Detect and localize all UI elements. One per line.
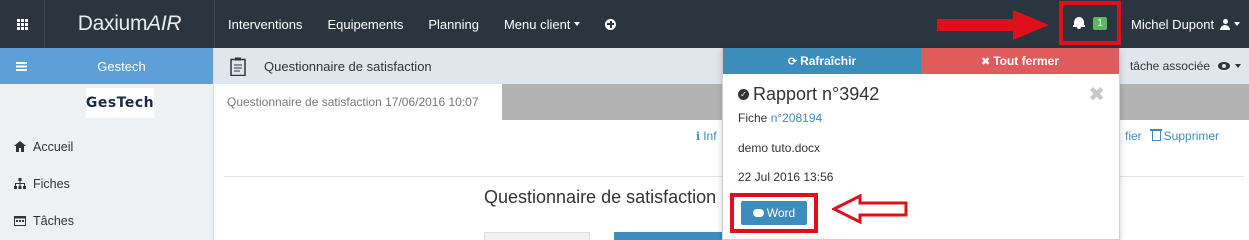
associated-task-menu[interactable]: tâche associée	[1130, 48, 1249, 84]
edit-link[interactable]: fier	[1125, 129, 1142, 143]
notification-dropdown: ⟳ Rafraîchir ✖ Tout fermer ✓ Rapport n°3…	[722, 48, 1120, 240]
grid-icon	[16, 18, 28, 30]
brand-suffix: AIR	[147, 12, 182, 35]
cloud-download-icon	[752, 209, 764, 217]
annotation-outline-arrow-icon	[832, 194, 908, 224]
fiche-line: Fiche n°208194	[738, 111, 822, 125]
sidebar-item-accueil[interactable]: Accueil	[0, 128, 213, 165]
bell-icon	[1073, 17, 1086, 29]
delete-link[interactable]: Supprimer	[1164, 129, 1219, 143]
trash-icon	[1149, 129, 1162, 141]
plus-circle-icon	[605, 18, 617, 30]
sidebar-item-label: Fiches	[33, 176, 70, 191]
refresh-label: Rafraîchir	[800, 54, 857, 68]
calendar-icon	[14, 216, 26, 226]
user-icon	[1220, 18, 1231, 30]
user-menu[interactable]: Michel Dupont	[1131, 0, 1241, 48]
close-all-label: Tout fermer	[993, 54, 1059, 68]
dismiss-icon[interactable]: ✖	[1088, 82, 1105, 106]
close-icon: ✖	[980, 54, 991, 68]
fiche-label: Fiche	[738, 111, 768, 125]
refresh-button[interactable]: ⟳ Rafraîchir	[723, 48, 921, 74]
hamburger-icon[interactable]	[16, 62, 27, 71]
sitemap-icon	[14, 178, 26, 189]
brand-name: Daxium	[77, 12, 148, 35]
sidebar: Gestech GesTech Accueil Fiches Tâches	[0, 48, 214, 240]
nav-interventions[interactable]: Interventions	[228, 17, 302, 32]
brand-logo[interactable]: Daxium AIR	[45, 0, 215, 48]
sidebar-item-taches[interactable]: Tâches	[0, 202, 213, 239]
sidebar-item-label: Accueil	[33, 139, 74, 154]
associated-task-label: tâche associée	[1129, 59, 1210, 73]
dropdown-actions: ⟳ Rafraîchir ✖ Tout fermer	[723, 48, 1119, 74]
nav-menu-client[interactable]: Menu client	[503, 16, 581, 32]
report-title: Rapport n°3942	[753, 84, 880, 104]
close-all-button[interactable]: ✖ Tout fermer	[921, 48, 1119, 74]
top-navbar: Daxium AIR Interventions Equipements Pla…	[0, 0, 1249, 48]
company-logo-text: GesTech	[85, 95, 155, 111]
nav-equipements[interactable]: Equipements	[327, 17, 403, 32]
sidebar-item-label: Tâches	[33, 213, 74, 228]
sidebar-header: Gestech	[0, 48, 213, 84]
report-date: 22 Jul 2016 13:56	[738, 170, 834, 184]
nav-planning[interactable]: Planning	[428, 17, 479, 32]
page-title: Questionnaire de satisfaction	[264, 58, 432, 74]
clipboard-icon	[230, 57, 246, 76]
user-name: Michel Dupont	[1131, 16, 1215, 32]
tab-questionnaire[interactable]: Questionnaire de satisfaction 17/06/2016…	[214, 84, 502, 120]
form-button[interactable]	[614, 232, 724, 240]
report-heading: ✓ Rapport n°3942	[738, 84, 879, 105]
notification-badge: 1	[1093, 16, 1107, 30]
annotation-arrow-icon	[937, 10, 1049, 40]
word-download-button[interactable]: Word	[741, 201, 807, 225]
fiche-link[interactable]: n°208194	[771, 111, 823, 125]
sidebar-title: Gestech	[97, 58, 146, 74]
annotation-highlight: Word	[730, 193, 818, 233]
add-button[interactable]	[605, 18, 617, 30]
chevron-down-icon	[1234, 22, 1241, 26]
nav-menu-client-label: Menu client	[503, 16, 571, 32]
form-title: Questionnaire de satisfaction	[484, 187, 717, 207]
sidebar-menu: Accueil Fiches Tâches	[0, 128, 213, 239]
record-actions: fier Supprimer	[1125, 129, 1219, 143]
check-circle-icon: ✓	[738, 89, 749, 100]
document-name: demo tuto.docx	[738, 141, 821, 155]
form-field[interactable]	[484, 232, 590, 240]
sidebar-item-fiches[interactable]: Fiches	[0, 165, 213, 202]
notifications-button[interactable]: 1	[1059, 1, 1121, 45]
info-icon: i	[696, 129, 701, 143]
apps-grid-button[interactable]	[0, 0, 45, 48]
refresh-icon: ⟳	[787, 54, 798, 68]
chevron-down-icon	[1235, 64, 1241, 68]
info-link[interactable]: i Inf	[696, 129, 717, 143]
word-button-label: Word	[766, 206, 796, 220]
info-label: Inf	[703, 129, 717, 143]
home-icon	[14, 141, 26, 152]
main-nav: Interventions Equipements Planning Menu …	[228, 0, 641, 48]
company-logo: GesTech	[86, 88, 154, 118]
chevron-down-icon	[574, 22, 581, 26]
eye-icon	[1218, 62, 1230, 70]
